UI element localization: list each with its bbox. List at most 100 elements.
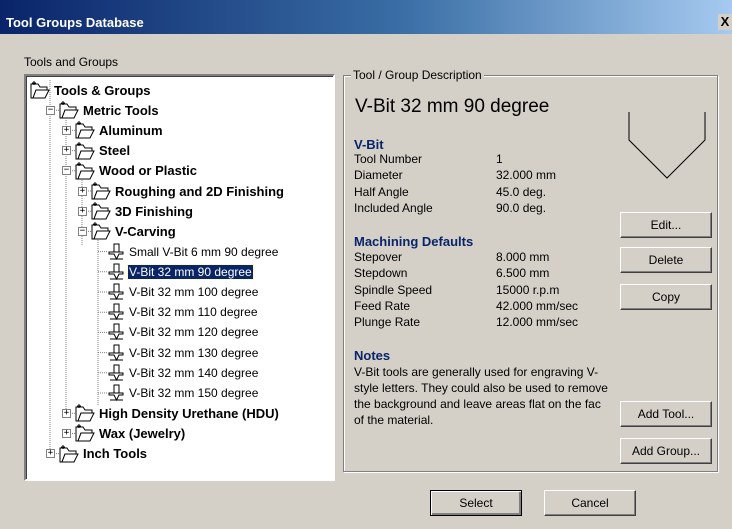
folder-icon [75, 161, 95, 180]
tool-icon [107, 384, 125, 402]
vbit-heading: V-Bit [354, 137, 384, 152]
folder-icon [30, 81, 50, 99]
tree-tool-item[interactable]: Small V-Bit 6 mm 90 degree [94, 242, 279, 262]
tree-tool-item[interactable]: V-Bit 32 mm 130 degree [94, 343, 259, 363]
tree-item-label: Tools & Groups [54, 82, 151, 98]
tree-item-label: V-Bit 32 mm 150 degree [129, 386, 259, 400]
add-group-button[interactable]: Add Group... [620, 438, 712, 464]
edit-button[interactable]: Edit... [620, 212, 712, 238]
property-label: Feed Rate [354, 298, 411, 313]
property-value: 8.000 mm [496, 250, 550, 264]
tree-tool-item[interactable]: V-Bit 32 mm 90 degree [94, 262, 254, 282]
window-title: Tool Groups Database [6, 15, 144, 30]
tool-tree[interactable]: Tools & Groups − Metric Tools + Aluminum + Ste… [24, 74, 335, 481]
tree-group-item[interactable]: − Metric Tools [46, 100, 160, 120]
folder-icon [59, 101, 79, 119]
expand-icon[interactable]: + [62, 428, 71, 438]
vbit-profile-icon [628, 112, 706, 179]
machining-heading: Machining Defaults [354, 234, 474, 249]
tool-icon [107, 364, 125, 382]
tree-group-item[interactable]: + High Density Urethane (HDU) [62, 403, 280, 423]
expand-icon[interactable]: + [78, 186, 87, 196]
tree-tool-item[interactable]: V-Bit 32 mm 100 degree [94, 282, 259, 302]
cancel-button[interactable]: Cancel [544, 490, 636, 516]
expand-icon[interactable]: + [62, 408, 71, 418]
tree-group-item[interactable]: + Aluminum [62, 120, 164, 140]
expand-icon[interactable]: + [62, 125, 71, 135]
tree-item-label: V-Bit 32 mm 100 degree [129, 285, 259, 299]
tree-item-label: Wax (Jewelry) [99, 425, 186, 441]
property-value: 90.0 deg. [496, 200, 547, 215]
folder-icon [75, 424, 95, 442]
property-value: 6.500 mm [496, 266, 550, 281]
property-value: 32.000 mm [496, 168, 557, 183]
collapse-icon[interactable]: − [62, 166, 71, 176]
property-label: Diameter [354, 168, 403, 183]
notes-heading: Notes [354, 348, 391, 363]
collapse-icon[interactable]: − [46, 105, 55, 115]
tree-group-item[interactable]: + Wax (Jewelry) [62, 423, 186, 443]
tree-group-item[interactable]: − Wood or Plastic [62, 161, 198, 181]
tree-group-item[interactable]: − V-Carving [78, 221, 177, 241]
folder-icon [91, 182, 111, 200]
tree-tool-item[interactable]: V-Bit 32 mm 110 degree [94, 302, 259, 322]
tool-icon [107, 323, 125, 341]
property-value: 42.000 mm/sec [496, 298, 579, 313]
property-label: Tool Number [354, 152, 423, 166]
notes-text: V-Bit tools are generally used for engra… [354, 365, 608, 427]
description-group-label: Tool / Group Description [351, 68, 484, 82]
property-value: 45.0 deg. [496, 184, 547, 199]
tree-group-item[interactable]: Tools & Groups [30, 80, 152, 100]
tree-item-label: 3D Finishing [115, 203, 193, 219]
delete-button[interactable]: Delete [620, 247, 712, 273]
tree-item-label: V-Bit 32 mm 130 degree [129, 345, 259, 360]
folder-icon [91, 222, 111, 240]
expand-icon[interactable]: + [78, 206, 87, 216]
tree-item-label: V-Bit 32 mm 120 degree [129, 325, 259, 340]
tree-group-item[interactable]: + Inch Tools [46, 444, 148, 464]
folder-icon [75, 121, 95, 139]
expand-icon[interactable]: + [46, 449, 55, 459]
tool-icon [107, 303, 125, 321]
property-value: 12.000 mm/sec [496, 315, 579, 330]
tree-tool-item[interactable]: V-Bit 32 mm 140 degree [94, 363, 259, 383]
tree-item-label: V-Bit 32 mm 90 degree [127, 263, 254, 280]
select-button[interactable]: Select [430, 490, 522, 516]
tree-tool-item[interactable]: V-Bit 32 mm 150 degree [94, 383, 259, 403]
tree-item-label: Aluminum [99, 122, 163, 138]
property-label: Included Angle [354, 200, 433, 215]
tree-item-label: Steel [99, 143, 131, 159]
tools-groups-label: Tools and Groups [24, 55, 119, 69]
tool-icon [107, 283, 125, 301]
tree-group-item[interactable]: + Steel [62, 141, 131, 161]
expand-icon[interactable]: + [62, 146, 71, 156]
description-title: V-Bit 32 mm 90 degree [355, 96, 550, 117]
tree-group-item[interactable]: + Roughing and 2D Finishing [78, 181, 285, 201]
tool-icon [107, 344, 125, 362]
property-value: 15000 r.p.m [496, 282, 560, 297]
folder-icon [75, 404, 95, 422]
add-tool-button[interactable]: Add Tool... [620, 401, 712, 427]
property-label: Half Angle [354, 184, 409, 199]
close-button[interactable]: X [718, 14, 732, 30]
tree-item-label: Roughing and 2D Finishing [115, 183, 284, 199]
copy-button[interactable]: Copy [620, 284, 712, 310]
tree-item-label: V-Bit 32 mm 140 degree [129, 365, 259, 380]
tree-item-label: Small V-Bit 6 mm 90 degree [129, 244, 279, 259]
folder-icon [75, 141, 95, 160]
tree-item-label: Wood or Plastic [99, 163, 197, 179]
tree-tool-item[interactable]: V-Bit 32 mm 120 degree [94, 322, 259, 342]
collapse-icon[interactable]: − [78, 226, 87, 236]
tool-icon [107, 263, 125, 281]
tree-group-item[interactable]: +3D Finishing [78, 201, 194, 221]
tool-icon [107, 243, 125, 261]
property-label: Stepover [354, 250, 403, 264]
title-bar: Tool Groups Database X [0, 0, 732, 34]
tree-item-label: V-Bit 32 mm 110 degree [129, 305, 258, 320]
